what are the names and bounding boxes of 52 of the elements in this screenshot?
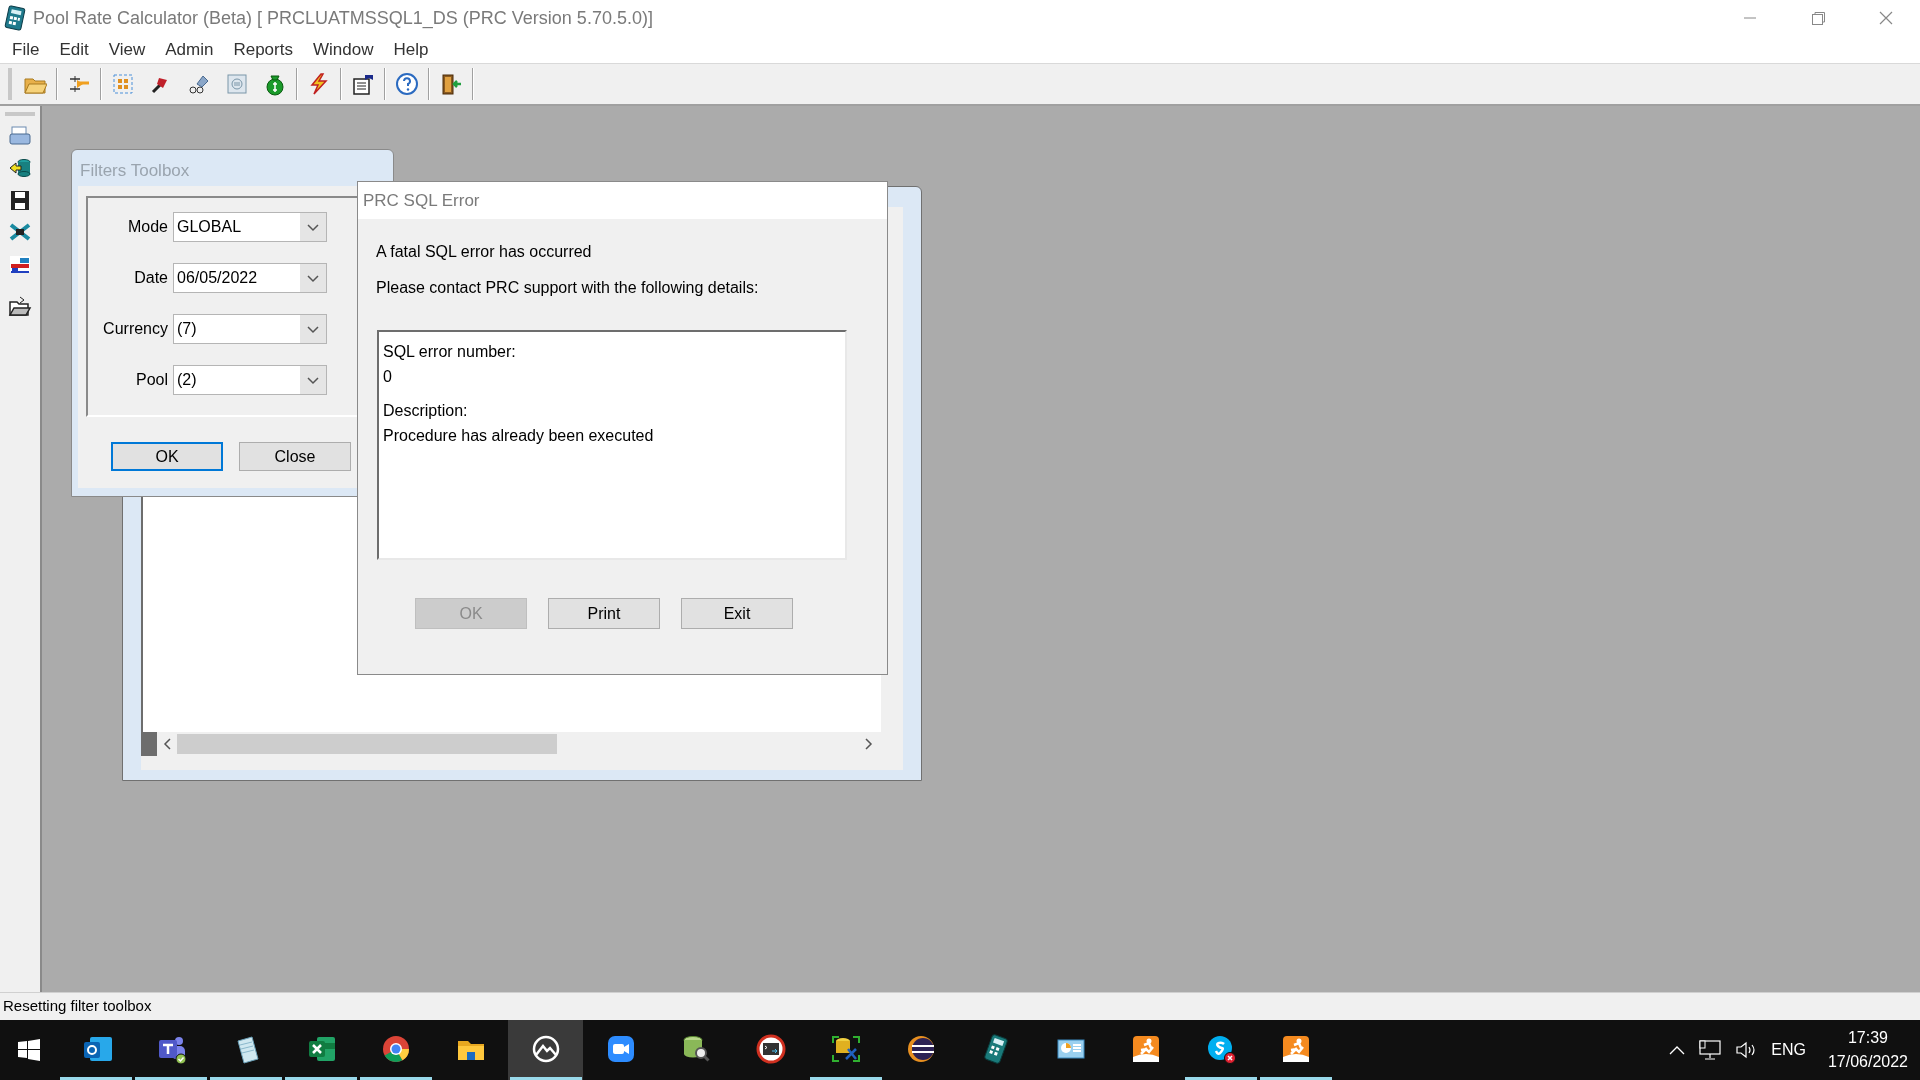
message-text: A fatal SQL error has occurred xyxy=(376,242,593,262)
detail-text: Procedure has already been executed xyxy=(383,426,655,445)
detail-text: SQL error number: xyxy=(383,342,517,361)
clipboard-icon[interactable] xyxy=(351,72,375,96)
menu-item[interactable]: Window xyxy=(302,36,384,63)
status-text: Resetting filter toolbox xyxy=(3,996,152,1017)
show-hidden-icons-icon[interactable] xyxy=(1669,1045,1686,1055)
help-icon[interactable] xyxy=(395,72,419,96)
language-indicator[interactable]: ENG xyxy=(1771,1038,1806,1062)
menu-item[interactable]: File xyxy=(2,36,50,63)
restore-icon[interactable] xyxy=(1811,11,1825,25)
splitter-handle[interactable] xyxy=(141,732,157,756)
field-label: Pool xyxy=(134,370,169,390)
scroll-left-icon[interactable] xyxy=(163,738,171,750)
dialog-button[interactable]: Print xyxy=(548,598,660,629)
menu-item[interactable]: View xyxy=(98,36,156,63)
dropdown[interactable]: (2) xyxy=(173,365,327,395)
windows-start-icon[interactable] xyxy=(18,1039,40,1061)
menu-item[interactable]: Edit xyxy=(49,36,99,63)
folder-icon[interactable] xyxy=(8,294,32,318)
clock-date[interactable]: 17/06/2022 xyxy=(1827,1050,1908,1074)
money-bag-icon[interactable] xyxy=(263,72,287,96)
dropdown[interactable]: (7) xyxy=(173,314,327,344)
printer-icon[interactable] xyxy=(8,124,32,148)
field-label: Date xyxy=(133,268,169,288)
dialog-button[interactable]: OK xyxy=(111,442,223,471)
menu-item[interactable]: Reports xyxy=(223,36,303,63)
field-label: Mode xyxy=(126,217,169,237)
terminal-icon[interactable] xyxy=(754,1032,787,1065)
dialog-button[interactable]: Close xyxy=(239,442,351,471)
details-box[interactable]: SQL error number: 0 Description: Procedure has already been executed xyxy=(377,330,847,560)
dialog-button[interactable]: Exit xyxy=(681,598,793,629)
network-icon[interactable] xyxy=(1699,1040,1722,1060)
message-text: Please contact PRC support with the following details: xyxy=(376,278,760,298)
menu-item[interactable]: Admin xyxy=(155,36,224,63)
field-label: Currency xyxy=(102,319,169,339)
detail-text: Description: xyxy=(383,401,469,420)
exit-door-icon[interactable] xyxy=(439,72,463,96)
dialog-title: PRC SQL Error xyxy=(363,189,480,212)
window-title: Pool Rate Calculator (Beta) [ PRCLUATMSSQL1_DS (PRC Version 5.70.5.0)] xyxy=(33,6,653,31)
detail-text: 0 xyxy=(383,367,393,386)
clock-time[interactable]: 17:39 xyxy=(1847,1026,1888,1050)
volume-icon[interactable] xyxy=(1735,1040,1758,1060)
menu-item[interactable]: Help xyxy=(383,36,439,63)
scrollbar-thumb[interactable] xyxy=(177,734,557,754)
dropdown[interactable]: GLOBAL xyxy=(173,212,327,242)
database-arrow-icon[interactable] xyxy=(8,156,32,180)
scroll-right-icon[interactable] xyxy=(865,738,873,750)
window-title: Filters Toolbox xyxy=(80,160,190,182)
dropdown[interactable]: 06/05/2022 xyxy=(173,263,327,293)
close-icon[interactable] xyxy=(1879,11,1893,25)
calculator-icon xyxy=(3,5,27,31)
